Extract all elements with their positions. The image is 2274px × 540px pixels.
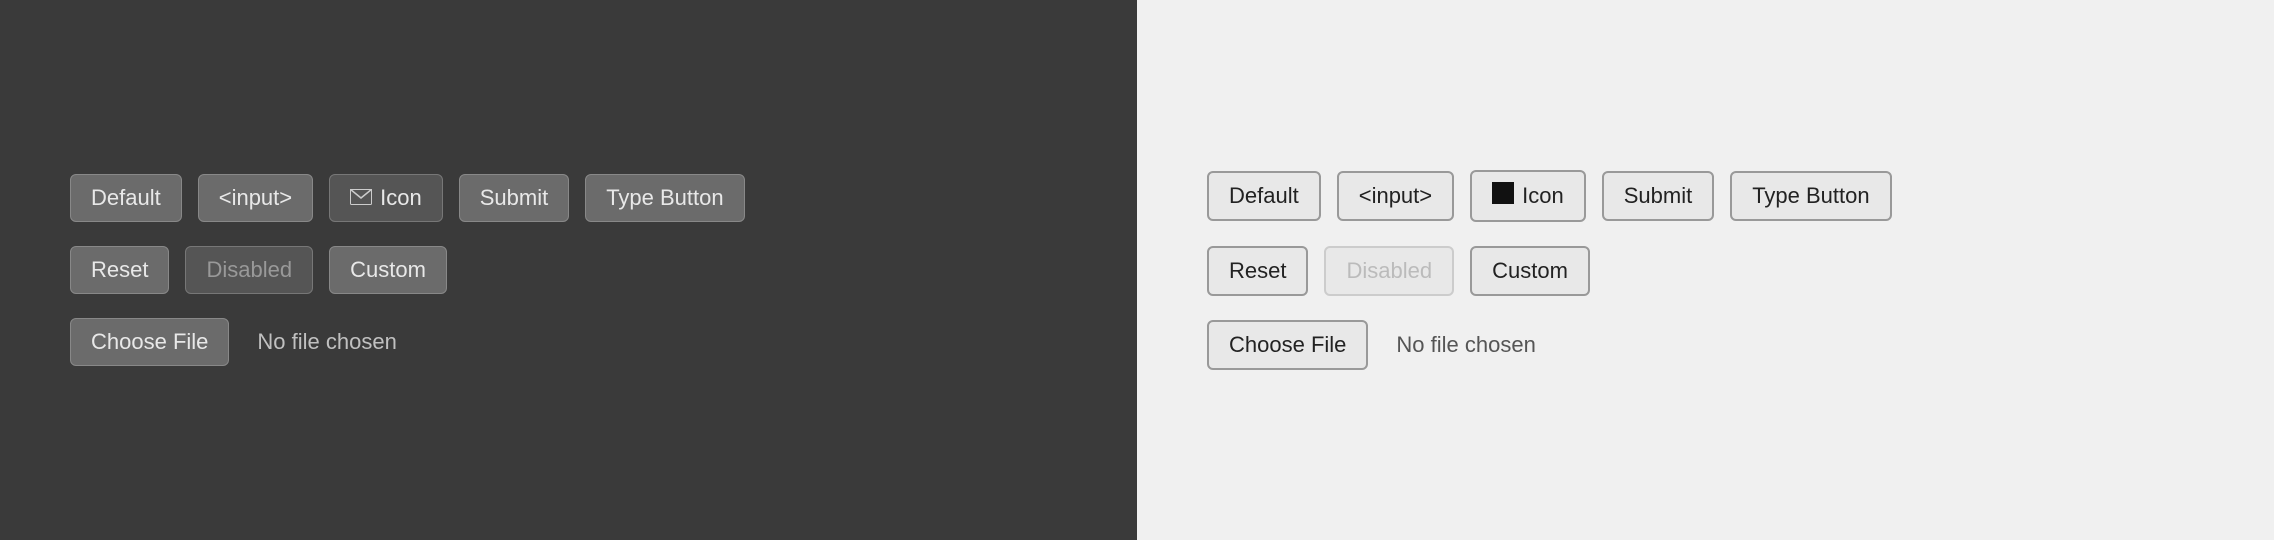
light-row-1: Default <input> Icon Submit Type Button — [1207, 170, 1892, 222]
dark-row-3: Choose File No file chosen — [70, 318, 397, 366]
light-icon-button-label: Icon — [1522, 183, 1564, 209]
dark-icon-button-label: Icon — [380, 185, 422, 211]
dark-custom-button[interactable]: Custom — [329, 246, 447, 294]
dark-icon-button[interactable]: Icon — [329, 174, 443, 222]
light-no-file-text: No file chosen — [1396, 332, 1535, 358]
dark-panel: Default <input> Icon Submit Type Button … — [0, 0, 1137, 540]
light-choose-file-button[interactable]: Choose File — [1207, 320, 1368, 370]
light-custom-button[interactable]: Custom — [1470, 246, 1590, 296]
light-disabled-button: Disabled — [1324, 246, 1454, 296]
dark-no-file-text: No file chosen — [257, 329, 396, 355]
dark-row-1: Default <input> Icon Submit Type Button — [70, 174, 745, 222]
dark-reset-button[interactable]: Reset — [70, 246, 169, 294]
light-panel: Default <input> Icon Submit Type Button … — [1137, 0, 2274, 540]
dark-row-2: Reset Disabled Custom — [70, 246, 447, 294]
dark-type-button[interactable]: Type Button — [585, 174, 744, 222]
light-icon-button[interactable]: Icon — [1470, 170, 1586, 222]
light-row-3: Choose File No file chosen — [1207, 320, 1536, 370]
light-default-button[interactable]: Default — [1207, 171, 1321, 221]
light-reset-button[interactable]: Reset — [1207, 246, 1308, 296]
dark-input-button[interactable]: <input> — [198, 174, 313, 222]
square-icon — [1492, 182, 1514, 210]
light-submit-button[interactable]: Submit — [1602, 171, 1714, 221]
light-input-button[interactable]: <input> — [1337, 171, 1454, 221]
dark-disabled-button: Disabled — [185, 246, 313, 294]
dark-submit-button[interactable]: Submit — [459, 174, 569, 222]
dark-choose-file-button[interactable]: Choose File — [70, 318, 229, 366]
envelope-icon — [350, 185, 372, 211]
light-type-button[interactable]: Type Button — [1730, 171, 1891, 221]
light-row-2: Reset Disabled Custom — [1207, 246, 1590, 296]
dark-default-button[interactable]: Default — [70, 174, 182, 222]
